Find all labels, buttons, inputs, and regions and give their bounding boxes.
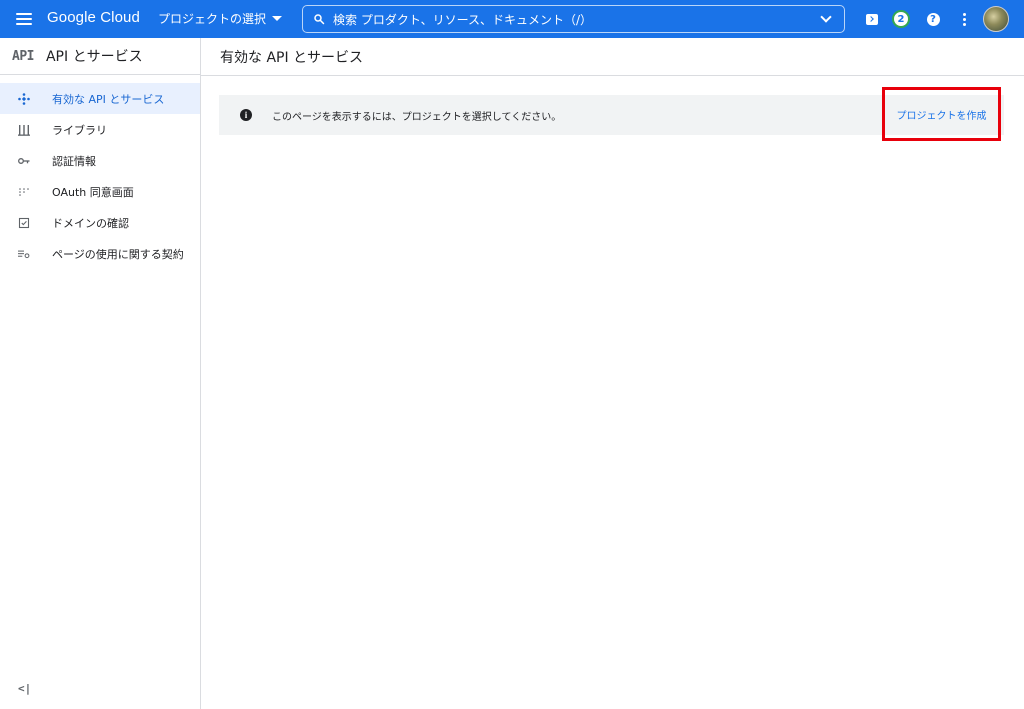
sidebar-item-label: 有効な API とサービス xyxy=(52,92,165,106)
search-input[interactable]: 検索 プロダクト、リソース、ドキュメント（/） xyxy=(302,5,845,33)
info-icon: i xyxy=(240,109,252,121)
sidebar-item-label: OAuth 同意画面 xyxy=(52,185,134,199)
notification-count-badge: 2 xyxy=(892,10,910,28)
sidebar-header: API API とサービス xyxy=(0,38,200,75)
sidebar: API API とサービス 有効な API とサービス ライブラリ 認証情報 O… xyxy=(0,38,201,709)
sidebar-item-oauth-consent[interactable]: OAuth 同意画面 xyxy=(0,176,200,207)
hamburger-menu-icon[interactable] xyxy=(14,9,34,29)
project-picker-label: プロジェクトの選択 xyxy=(158,12,267,26)
main-content: 有効な API とサービス i このページを表示するには、プロジェクトを選択して… xyxy=(201,38,1024,709)
sidebar-item-label: ドメインの確認 xyxy=(52,216,129,230)
sidebar-item-enabled-apis[interactable]: 有効な API とサービス xyxy=(0,83,200,114)
sidebar-item-domain-verification[interactable]: ドメインの確認 xyxy=(0,207,200,238)
key-icon xyxy=(18,155,30,167)
sidebar-item-label: 認証情報 xyxy=(52,154,96,168)
top-app-bar: Google Cloud プロジェクトの選択 検索 プロダクト、リソース、ドキュ… xyxy=(0,0,1024,38)
project-picker-button[interactable]: プロジェクトの選択 xyxy=(158,10,283,27)
oauth-consent-icon xyxy=(18,186,30,198)
help-button[interactable]: ? xyxy=(923,9,943,29)
sidebar-item-library[interactable]: ライブラリ xyxy=(0,114,200,145)
chevron-down-icon[interactable] xyxy=(820,11,832,23)
page-settings-icon xyxy=(18,248,30,260)
banner-message: このページを表示するには、プロジェクトを選択してください。 xyxy=(272,112,562,123)
sidebar-item-label: ページの使用に関する契約 xyxy=(52,247,184,261)
more-options-icon[interactable] xyxy=(954,9,974,29)
api-logo-icon: API xyxy=(12,48,34,64)
create-project-highlight-box: プロジェクトを作成 xyxy=(882,87,1001,141)
google-cloud-logo[interactable]: Google Cloud xyxy=(47,9,140,26)
avatar[interactable] xyxy=(983,6,1009,32)
sidebar-nav: 有効な API とサービス ライブラリ 認証情報 OAuth 同意画面 ドメイン… xyxy=(0,83,200,269)
sidebar-item-credentials[interactable]: 認証情報 xyxy=(0,145,200,176)
page-header: 有効な API とサービス xyxy=(201,38,1024,76)
terminal-icon xyxy=(866,13,878,25)
search-placeholder: 検索 プロダクト、リソース、ドキュメント（/） xyxy=(333,12,593,27)
domain-check-icon xyxy=(18,217,30,229)
cloud-shell-button[interactable] xyxy=(862,9,882,29)
library-icon xyxy=(18,124,30,136)
search-icon xyxy=(314,14,325,25)
sidebar-item-label: ライブラリ xyxy=(52,123,107,137)
collapse-sidebar-icon[interactable]: <| xyxy=(18,682,31,695)
help-icon: ? xyxy=(926,12,940,26)
create-project-link[interactable]: プロジェクトを作成 xyxy=(897,107,987,122)
sidebar-item-page-usage-agreements[interactable]: ページの使用に関する契約 xyxy=(0,238,200,269)
caret-down-icon xyxy=(272,16,283,21)
notifications-button[interactable]: 2 xyxy=(891,9,911,29)
sidebar-title: API とサービス xyxy=(45,49,143,65)
page-title: 有効な API とサービス xyxy=(220,49,364,66)
api-diamond-icon xyxy=(18,92,30,105)
